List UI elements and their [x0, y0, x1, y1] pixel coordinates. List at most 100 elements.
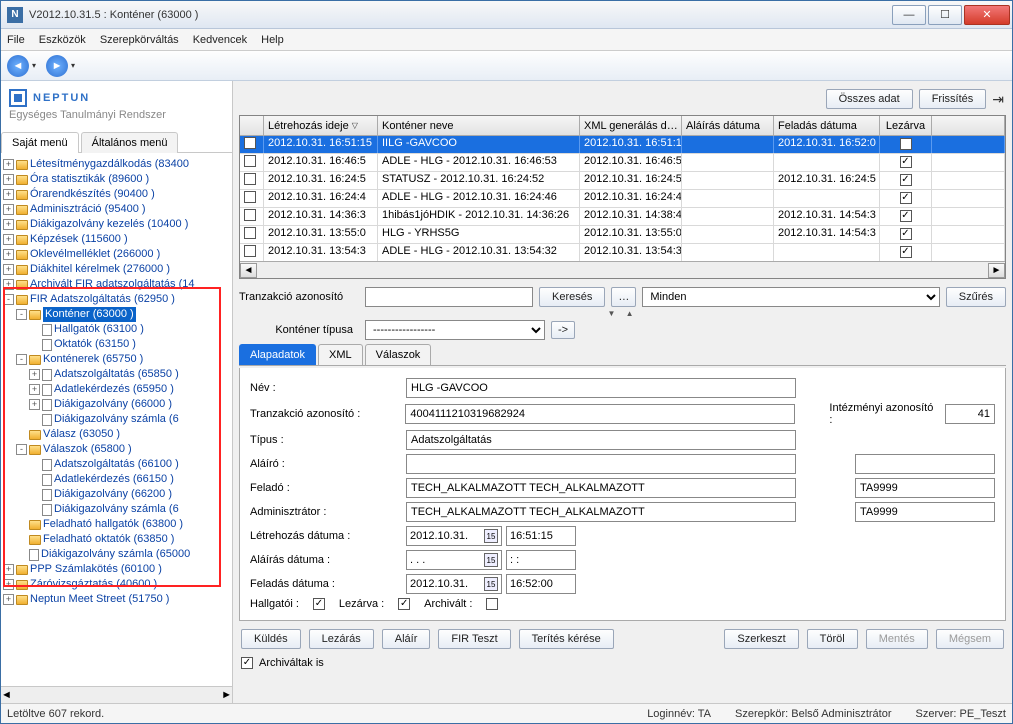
closed-checkbox[interactable]: ✓ [900, 228, 912, 240]
scroll-right-icon[interactable]: ► [221, 689, 232, 701]
container-grid[interactable]: Létrehozás ideje▽ Konténer neve XML gene… [239, 115, 1006, 279]
tree-item[interactable]: + Diákigazolvány (66000 ) [3, 397, 230, 412]
nav-tree[interactable]: + Létesítménygazdálkodás (83400+ Óra sta… [1, 153, 232, 686]
tree-item[interactable]: Diákigazolvány számla (65000 [3, 547, 230, 562]
closed-checkbox[interactable]: ✓ [900, 192, 912, 204]
close-container-button[interactable]: Lezárás [309, 629, 374, 649]
closed-checkbox[interactable]: ✓ [900, 210, 912, 222]
expand-icon[interactable]: + [3, 204, 14, 215]
calendar-icon[interactable]: 15 [484, 577, 498, 591]
signed-time[interactable]: : : [506, 550, 576, 570]
left-scrollbar[interactable]: ◄ ► [1, 686, 232, 703]
row-checkbox[interactable] [244, 227, 256, 239]
tree-item[interactable]: - Konténer (63000 ) [3, 307, 230, 322]
nav-forward-dropdown[interactable]: ▾ [71, 61, 75, 70]
tree-item[interactable]: Oktatók (63150 ) [3, 337, 230, 352]
delete-button[interactable]: Töröl [807, 629, 858, 649]
grid-body[interactable]: 2012.10.31. 16:51:15IILG -GAVCOO2012.10.… [240, 136, 1005, 261]
tree-item[interactable]: + Diákhitel kérelmek (276000 ) [3, 262, 230, 277]
closed-checkbox[interactable]: ✓ [900, 138, 912, 150]
tree-item[interactable]: Feladható hallgatók (63800 ) [3, 517, 230, 532]
col-closed[interactable]: Lezárva [880, 116, 932, 135]
tree-item[interactable]: + Adatszolgáltatás (65850 ) [3, 367, 230, 382]
tree-item[interactable]: + Oklevélmelléklet (266000 ) [3, 247, 230, 262]
tree-item[interactable]: - FIR Adatszolgáltatás (62950 ) [3, 292, 230, 307]
expand-icon[interactable]: + [3, 264, 14, 275]
tree-item[interactable]: Hallgatók (63100 ) [3, 322, 230, 337]
col-name[interactable]: Konténer neve [378, 116, 580, 135]
row-checkbox[interactable] [244, 137, 256, 149]
tab-basics[interactable]: Alapadatok [239, 344, 316, 365]
table-row[interactable]: 2012.10.31. 13:54:3ADLE - HLG - 2012.10.… [240, 244, 1005, 261]
search-more-button[interactable]: … [611, 287, 636, 307]
expand-icon[interactable]: - [3, 294, 14, 305]
tree-item[interactable]: + Óra statisztikák (89600 ) [3, 172, 230, 187]
tab-general-menu[interactable]: Általános menü [81, 132, 179, 153]
grid-scroll-left[interactable]: ◄ [240, 263, 257, 278]
expand-icon[interactable]: + [3, 174, 14, 185]
splitter[interactable]: ▼ ▲ [239, 309, 1006, 318]
ctype-go-button[interactable]: -> [551, 321, 575, 339]
expand-icon[interactable]: + [3, 189, 14, 200]
table-row[interactable]: 2012.10.31. 16:51:15IILG -GAVCOO2012.10.… [240, 136, 1005, 154]
closed-checkbox[interactable]: ✓ [900, 174, 912, 186]
calendar-icon[interactable]: 15 [484, 529, 498, 543]
grid-hscroll[interactable]: ◄ ► [240, 261, 1005, 278]
tree-item[interactable]: + Képzések (115600 ) [3, 232, 230, 247]
menu-rolechange[interactable]: Szerepkörváltás [100, 34, 179, 46]
edit-button[interactable]: Szerkeszt [724, 629, 798, 649]
col-created[interactable]: Létrehozás ideje▽ [264, 116, 378, 135]
sign-button[interactable]: Aláír [382, 629, 431, 649]
tree-item[interactable]: - Konténerek (65750 ) [3, 352, 230, 367]
row-checkbox[interactable] [244, 155, 256, 167]
tree-item[interactable]: + Adminisztráció (95400 ) [3, 202, 230, 217]
menu-favorites[interactable]: Kedvencek [193, 34, 247, 46]
expand-icon[interactable]: + [3, 249, 14, 260]
expand-icon[interactable]: + [3, 234, 14, 245]
col-sent[interactable]: Feladás dátuma [774, 116, 880, 135]
hallgatoi-checkbox[interactable]: ✓ [313, 598, 325, 610]
row-checkbox[interactable] [244, 191, 256, 203]
tree-item[interactable]: Diákigazolvány (66200 ) [3, 487, 230, 502]
created-time[interactable]: 16:51:15 [506, 526, 576, 546]
tree-item[interactable]: - Válaszok (65800 ) [3, 442, 230, 457]
expand-icon[interactable]: + [3, 579, 14, 590]
maximize-button[interactable]: ☐ [928, 5, 962, 25]
search-input[interactable] [365, 287, 533, 307]
minimize-button[interactable]: — [892, 5, 926, 25]
tree-item[interactable]: Válasz (63050 ) [3, 427, 230, 442]
tab-responses[interactable]: Válaszok [365, 344, 432, 365]
menu-file[interactable]: File [7, 34, 25, 46]
tree-item[interactable]: Adatlekérdezés (66150 ) [3, 472, 230, 487]
expand-icon[interactable]: - [16, 309, 27, 320]
row-checkbox[interactable] [244, 173, 256, 185]
expand-icon[interactable]: + [29, 384, 40, 395]
expand-icon[interactable]: + [29, 399, 40, 410]
created-date[interactable]: 2012.10.31.15 [406, 526, 502, 546]
tab-xml[interactable]: XML [318, 344, 363, 365]
filter-button[interactable]: Szűrés [946, 287, 1006, 307]
fir-test-button[interactable]: FIR Teszt [438, 629, 510, 649]
col-signed[interactable]: Aláírás dátuma [682, 116, 774, 135]
expand-icon[interactable]: + [3, 279, 14, 290]
tree-item[interactable]: + Létesítménygazdálkodás (83400 [3, 157, 230, 172]
tree-item[interactable]: Feladható oktatók (63850 ) [3, 532, 230, 547]
table-row[interactable]: 2012.10.31. 13:55:0HLG - YRHS5G2012.10.3… [240, 226, 1005, 244]
expand-icon[interactable]: + [3, 564, 14, 575]
calendar-icon[interactable]: 15 [484, 553, 498, 567]
ctype-select[interactable]: ----------------- [365, 320, 545, 340]
table-row[interactable]: 2012.10.31. 14:36:31hibás1jóHDIK - 2012.… [240, 208, 1005, 226]
tree-item[interactable]: + Archivált FIR adatszolgáltatás (14 [3, 277, 230, 292]
expand-icon[interactable]: + [29, 369, 40, 380]
tree-item[interactable]: Diákigazolvány számla (6 [3, 502, 230, 517]
col-xml[interactable]: XML generálás d… [580, 116, 682, 135]
tree-item[interactable]: Adatszolgáltatás (66100 ) [3, 457, 230, 472]
table-row[interactable]: 2012.10.31. 16:24:5STATUSZ - 2012.10.31.… [240, 172, 1005, 190]
close-button[interactable]: ✕ [964, 5, 1010, 25]
tree-item[interactable]: Diákigazolvány számla (6 [3, 412, 230, 427]
grid-scroll-right[interactable]: ► [988, 263, 1005, 278]
table-row[interactable]: 2012.10.31. 16:24:4ADLE - HLG - 2012.10.… [240, 190, 1005, 208]
tree-item[interactable]: + Adatlekérdezés (65950 ) [3, 382, 230, 397]
sent-time[interactable]: 16:52:00 [506, 574, 576, 594]
nav-forward-button[interactable]: ► [46, 55, 68, 77]
